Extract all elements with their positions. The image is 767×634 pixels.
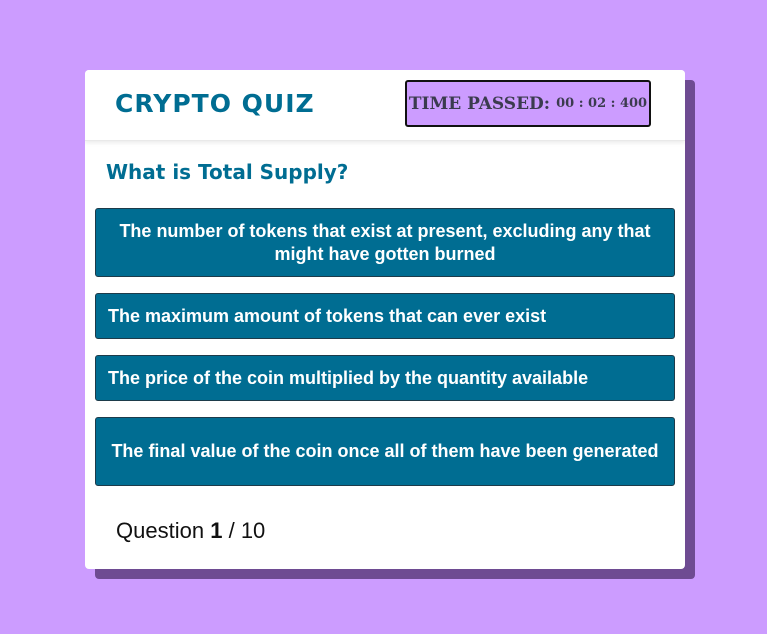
- question-counter-separator: /: [228, 518, 235, 543]
- question-total-number: 10: [240, 518, 266, 543]
- question-current-number: 1: [210, 518, 223, 543]
- answer-option-4[interactable]: The final value of the coin once all of …: [95, 417, 675, 486]
- answer-option-2[interactable]: The maximum amount of tokens that can ev…: [95, 293, 675, 339]
- quiz-header: CRYPTO QUIZ TIME PASSED: 00 : 02 : 400: [85, 70, 685, 141]
- answer-option-3[interactable]: The price of the coin multiplied by the …: [95, 355, 675, 401]
- question-counter-prefix: Question: [116, 518, 205, 543]
- timer-label: TIME PASSED:: [408, 93, 551, 114]
- timer-value: 00 : 02 : 400: [556, 96, 648, 111]
- quiz-title: CRYPTO QUIZ: [115, 89, 315, 118]
- question-text: What is Total Supply?: [106, 160, 349, 184]
- answer-option-1[interactable]: The number of tokens that exist at prese…: [95, 208, 675, 277]
- quiz-card: CRYPTO QUIZ TIME PASSED: 00 : 02 : 400 W…: [85, 70, 685, 569]
- timer-display: TIME PASSED: 00 : 02 : 400: [405, 80, 651, 127]
- question-counter: Question 1 / 10: [116, 517, 265, 545]
